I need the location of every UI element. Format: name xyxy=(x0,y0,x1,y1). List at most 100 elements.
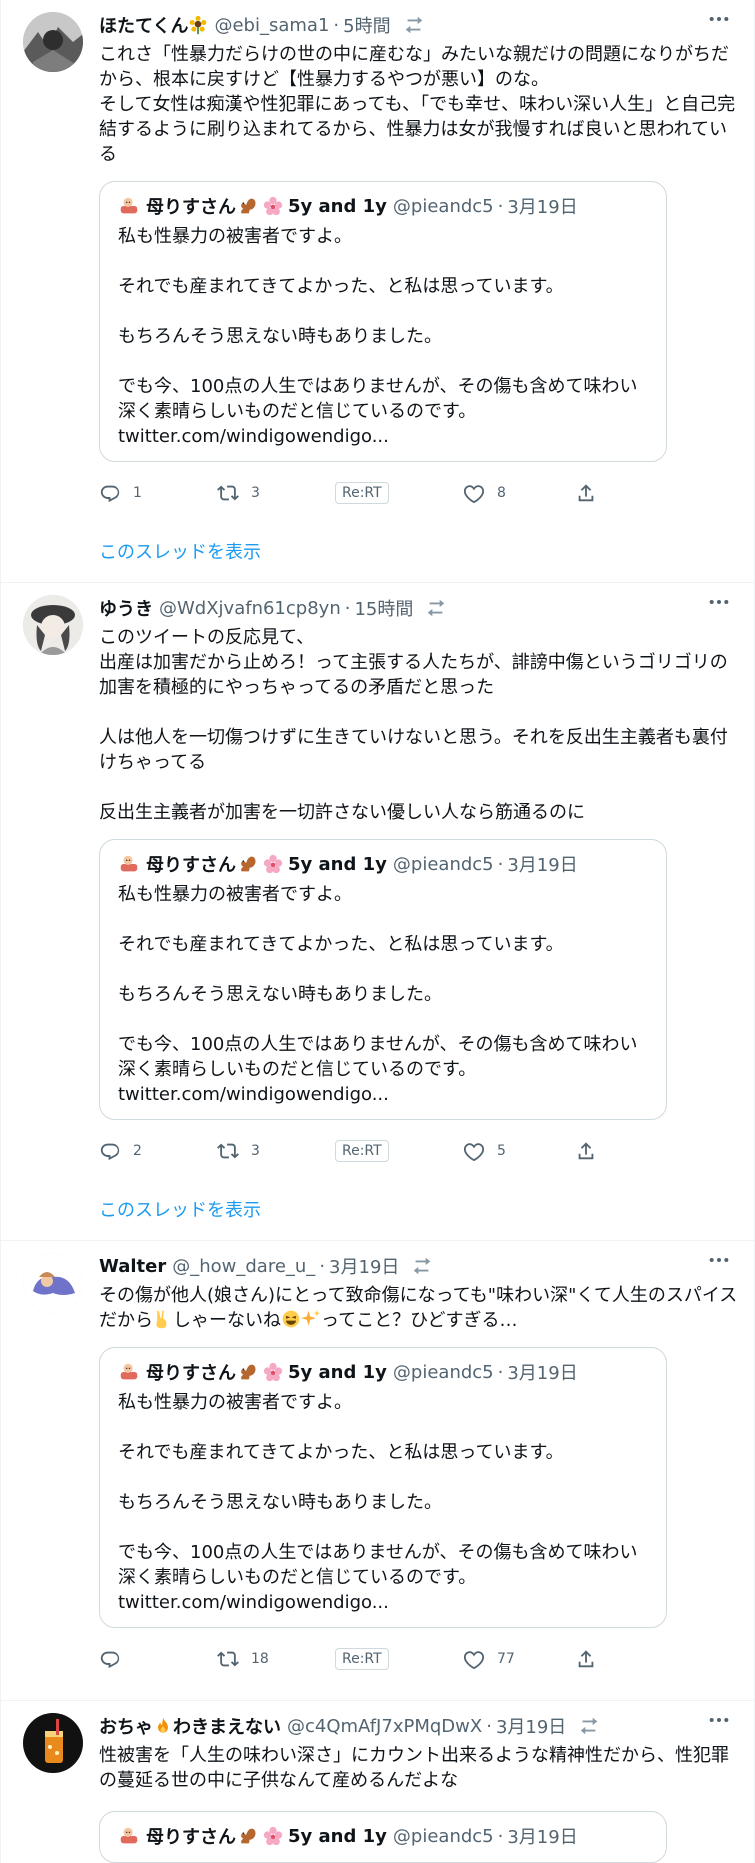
action-bar: 2 3 Re:RT 5 xyxy=(99,1120,738,1182)
quoted-display-name: 母りすさん xyxy=(146,1363,236,1384)
share-button[interactable] xyxy=(575,482,597,504)
tweet[interactable]: Walter @_how_dare_u_ · 3月19日 その傷が他人(娘さん)… xyxy=(1,1241,754,1701)
rert-button[interactable]: Re:RT xyxy=(335,1648,463,1670)
quoted-display-name: 母りすさん xyxy=(146,197,236,218)
tweet-text: このツイートの反応見て、 出産は加害だから止めろ！って主張する人たちが、誹謗中傷… xyxy=(99,627,728,823)
quoted-tweet[interactable]: 母りすさん 5y and 1y @pieandc5 · 3月19日 xyxy=(99,1811,667,1863)
rert-button[interactable]: Re:RT xyxy=(335,482,463,504)
baby-icon xyxy=(118,1825,140,1847)
tweet-header: ゆうき @WdXjvafn61cp8yn · 15時間 xyxy=(99,593,738,623)
quoted-link[interactable]: twitter.com/windigowendigo... xyxy=(118,426,389,447)
retweet-icon xyxy=(217,482,239,504)
retweet-icon xyxy=(217,1140,239,1162)
user-handle[interactable]: @WdXjvafn61cp8yn xyxy=(159,598,341,619)
timestamp[interactable]: 3月19日 xyxy=(329,1253,399,1279)
share-icon xyxy=(575,1140,597,1162)
retweet-button[interactable]: 3 xyxy=(217,482,335,504)
separator-dot: · xyxy=(486,1715,492,1737)
quoted-display-name: 母りすさん xyxy=(146,1827,236,1848)
quoted-tweet-text: 私も性暴力の被害者ですよ。 それでも産まれてきてよかった、と私は思っています。 … xyxy=(118,224,648,449)
quoted-handle: @pieandc5 xyxy=(392,1825,494,1847)
retweet-swap-icon[interactable] xyxy=(578,1715,600,1737)
separator-dot: · xyxy=(497,195,504,217)
rert-label: Re:RT xyxy=(335,1140,389,1162)
like-count: 5 xyxy=(497,1143,506,1159)
quoted-link[interactable]: twitter.com/windigowendigo... xyxy=(118,1084,389,1105)
timestamp[interactable]: 3月19日 xyxy=(496,1713,566,1739)
user-handle[interactable]: @c4QmAfJ7xPMqDwX xyxy=(287,1716,482,1737)
rert-button[interactable]: Re:RT xyxy=(335,1140,463,1162)
quoted-tweet-text: 私も性暴力の被害者ですよ。 それでも産まれてきてよかった、と私は思っています。 … xyxy=(118,1390,648,1615)
display-name[interactable]: ほたてくん xyxy=(99,12,188,38)
like-button[interactable]: 5 xyxy=(463,1140,575,1162)
quoted-tweet[interactable]: 母りすさん 5y and 1y @pieandc5 · 3月19日 私も性暴力の… xyxy=(99,181,667,462)
action-bar: 1 3 Re:RT 8 xyxy=(99,462,738,524)
avatar[interactable] xyxy=(23,595,83,655)
display-name[interactable]: わきまえない xyxy=(173,1713,281,1739)
quoted-timestamp: 3月19日 xyxy=(507,855,578,876)
avatar[interactable] xyxy=(23,1253,83,1313)
more-options-icon[interactable] xyxy=(708,597,730,607)
cherry-blossom-icon xyxy=(262,195,284,217)
quoted-handle: @pieandc5 xyxy=(392,1361,494,1383)
display-name[interactable]: おちゃ xyxy=(99,1713,153,1739)
show-thread-link[interactable]: このスレッドを表示 xyxy=(99,524,738,582)
timestamp[interactable]: 15時間 xyxy=(354,595,413,621)
more-options-icon[interactable] xyxy=(708,1255,730,1265)
avatar[interactable] xyxy=(23,1713,83,1773)
tweet[interactable]: ほたてくん @ebi_sama1 · 5時間 これさ「性暴力だらけの世の中に産む… xyxy=(1,0,754,583)
squirrel-icon xyxy=(236,853,258,875)
heart-icon xyxy=(463,1140,485,1162)
quoted-tweet[interactable]: 母りすさん 5y and 1y @pieandc5 · 3月19日 私も性暴力の… xyxy=(99,1347,667,1628)
quoted-body: 私も性暴力の被害者ですよ。 それでも産まれてきてよかった、と私は思っています。 … xyxy=(118,1392,638,1588)
grinning-face-icon xyxy=(281,1309,301,1329)
quoted-name-tag: 5y and 1y xyxy=(288,1361,387,1383)
retweet-swap-icon[interactable] xyxy=(425,597,447,619)
retweet-swap-icon[interactable] xyxy=(403,14,425,36)
reply-button[interactable]: 2 xyxy=(99,1140,217,1162)
retweet-button[interactable]: 18 xyxy=(217,1648,335,1670)
squirrel-icon xyxy=(236,1361,258,1383)
share-icon xyxy=(575,1648,597,1670)
squirrel-icon xyxy=(236,1825,258,1847)
quoted-body: 私も性暴力の被害者ですよ。 それでも産まれてきてよかった、と私は思っています。 … xyxy=(118,226,638,422)
show-thread-link[interactable]: このスレッドを表示 xyxy=(99,1182,738,1240)
share-button[interactable] xyxy=(575,1140,597,1162)
like-button[interactable]: 77 xyxy=(463,1648,575,1670)
more-options-icon[interactable] xyxy=(708,14,730,24)
tweet-header: ほたてくん @ebi_sama1 · 5時間 xyxy=(99,10,738,40)
retweet-swap-icon[interactable] xyxy=(411,1255,433,1277)
sparkles-icon xyxy=(301,1309,321,1329)
quoted-tweet[interactable]: 母りすさん 5y and 1y @pieandc5 · 3月19日 私も性暴力の… xyxy=(99,839,667,1120)
retweet-button[interactable]: 3 xyxy=(217,1140,335,1162)
more-options-icon[interactable] xyxy=(708,1715,730,1725)
cherry-blossom-icon xyxy=(262,1361,284,1383)
rert-label: Re:RT xyxy=(335,482,389,504)
quoted-link[interactable]: twitter.com/windigowendigo... xyxy=(118,1592,389,1613)
reply-icon xyxy=(99,1648,121,1670)
quoted-tweet-text: 私も性暴力の被害者ですよ。 それでも産まれてきてよかった、と私は思っています。 … xyxy=(118,882,648,1107)
retweet-icon xyxy=(217,1648,239,1670)
display-name[interactable]: Walter xyxy=(99,1256,166,1277)
tweet[interactable]: おちゃ わきまえない @c4QmAfJ7xPMqDwX · 3月19日 性被害を… xyxy=(1,1701,754,1863)
display-name[interactable]: ゆうき xyxy=(99,595,153,621)
user-handle[interactable]: @_how_dare_u_ xyxy=(172,1256,315,1277)
timeline: ほたてくん @ebi_sama1 · 5時間 これさ「性暴力だらけの世の中に産む… xyxy=(0,0,755,1863)
timestamp[interactable]: 5時間 xyxy=(343,12,390,38)
reply-button[interactable]: 1 xyxy=(99,482,217,504)
tweet-header: Walter @_how_dare_u_ · 3月19日 xyxy=(99,1251,738,1281)
share-button[interactable] xyxy=(575,1648,597,1670)
quoted-name-tag: 5y and 1y xyxy=(288,853,387,875)
reply-icon xyxy=(99,482,121,504)
tweet-text-part: ってこと？ひどすぎる… xyxy=(321,1310,518,1331)
user-handle[interactable]: @ebi_sama1 xyxy=(214,15,329,36)
separator-dot: · xyxy=(333,14,340,36)
reply-button[interactable] xyxy=(99,1648,217,1670)
tweet[interactable]: ゆうき @WdXjvafn61cp8yn · 15時間 このツイートの反応見て、… xyxy=(1,583,754,1241)
separator-dot: · xyxy=(497,1825,504,1847)
action-bar: 18 Re:RT 77 xyxy=(99,1628,738,1690)
like-button[interactable]: 8 xyxy=(463,482,575,504)
tweet-header: おちゃ わきまえない @c4QmAfJ7xPMqDwX · 3月19日 xyxy=(99,1711,738,1741)
heart-icon xyxy=(463,1648,485,1670)
avatar[interactable] xyxy=(23,12,83,72)
